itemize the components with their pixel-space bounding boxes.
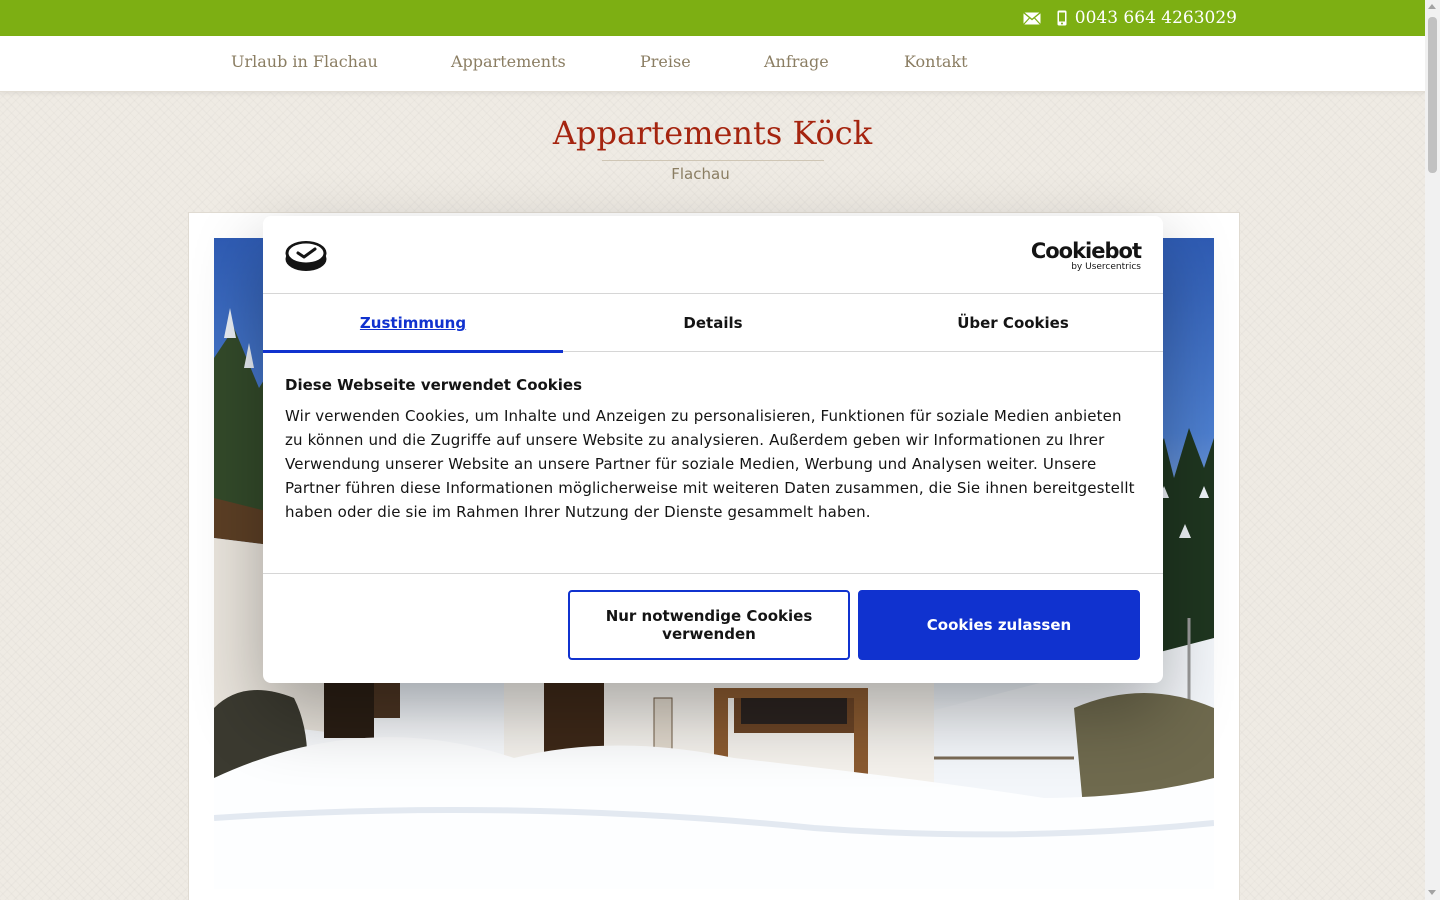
nav-item-anfrage[interactable]: Anfrage [764, 52, 829, 71]
site-subtitle: Flachau [671, 165, 730, 183]
scroll-down-arrow-icon[interactable] [1428, 890, 1436, 895]
title-divider [602, 160, 824, 161]
necessary-cookies-button[interactable]: Nur notwendige Cookies verwenden [568, 590, 850, 660]
cookiebot-brand[interactable]: Cookiebot by Usercentrics [1030, 239, 1142, 273]
dialog-heading: Diese Webseite verwendet Cookies [285, 376, 583, 394]
mobile-phone-icon [1057, 10, 1067, 26]
nav-item-appartements[interactable]: Appartements [451, 52, 566, 71]
dialog-tabs: Zustimmung Details Über Cookies [263, 294, 1163, 353]
nav-item-preise[interactable]: Preise [640, 52, 691, 71]
top-contact-bar: 0043 664 4263029 [0, 0, 1425, 36]
tab-details[interactable]: Details [563, 294, 863, 352]
contact-info: 0043 664 4263029 [1022, 8, 1237, 28]
tab-ueber-cookies-label: Über Cookies [957, 314, 1069, 332]
tab-ueber-cookies[interactable]: Über Cookies [863, 294, 1163, 352]
mail-icon[interactable] [1022, 11, 1041, 25]
cookiebot-logo-icon [285, 241, 327, 271]
cookiebot-brand-name: Cookiebot [1030, 239, 1142, 263]
dialog-body: Diese Webseite verwendet Cookies Wir ver… [285, 376, 1141, 524]
nav-item-urlaub-in-flachau[interactable]: Urlaub in Flachau [231, 52, 378, 71]
dialog-footer: Nur notwendige Cookies verwenden Cookies… [263, 573, 1163, 683]
scrollbar-thumb[interactable] [1428, 17, 1437, 173]
allow-cookies-button[interactable]: Cookies zulassen [858, 590, 1140, 660]
tab-details-label: Details [683, 314, 743, 332]
phone-number[interactable]: 0043 664 4263029 [1075, 8, 1237, 28]
tab-zustimmung-label: Zustimmung [359, 314, 467, 332]
site-title: Appartements Köck [552, 114, 873, 152]
cookie-consent-dialog: Cookiebot by Usercentrics Zustimmung Det… [263, 216, 1163, 683]
tab-zustimmung[interactable]: Zustimmung [263, 294, 563, 353]
nav-item-kontakt[interactable]: Kontakt [904, 52, 968, 71]
main-nav: Urlaub in Flachau Appartements Preise An… [0, 36, 1425, 92]
vertical-scrollbar[interactable] [1425, 0, 1440, 900]
cookiebot-brand-by: by Usercentrics [1071, 262, 1141, 272]
scroll-up-arrow-icon[interactable] [1428, 4, 1436, 9]
dialog-text: Wir verwenden Cookies, um Inhalte und An… [285, 407, 1135, 521]
dialog-header: Cookiebot by Usercentrics [263, 216, 1163, 294]
